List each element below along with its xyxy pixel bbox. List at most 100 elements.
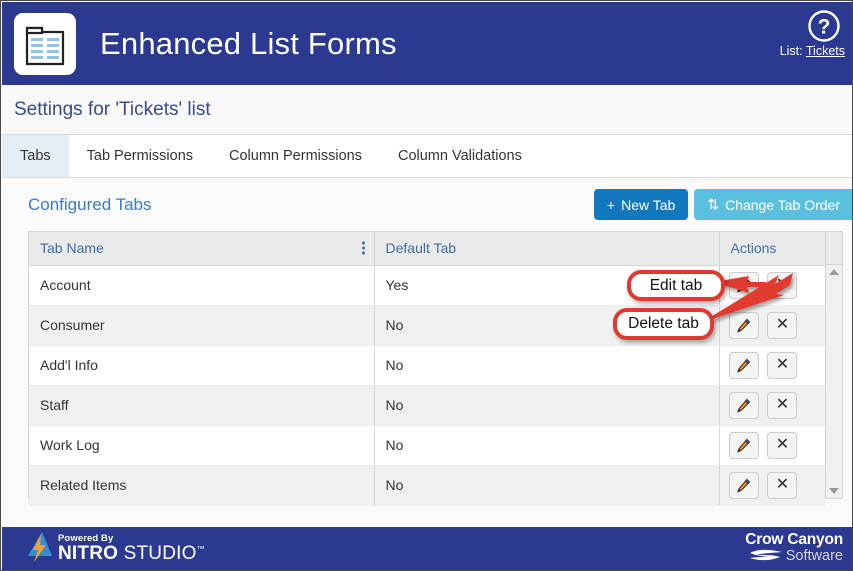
cell-tab-name: Add'l Info: [29, 345, 375, 386]
column-header-default-tab[interactable]: Default Tab: [374, 232, 720, 266]
pencil-icon: [737, 358, 751, 372]
table-body: Account Yes ✕ Consumer No ✕ Add'l Info N…: [29, 265, 825, 506]
table-vertical-scrollbar[interactable]: [825, 232, 842, 498]
edit-tab-button[interactable]: [728, 271, 759, 299]
table-header-row: Tab Name Default Tab Actions: [29, 232, 825, 266]
sort-arrows-icon: ⇅: [707, 196, 720, 212]
column-header-tab-name[interactable]: Tab Name: [29, 232, 375, 266]
page-title: Enhanced List Forms: [100, 25, 397, 61]
pencil-icon: [737, 478, 751, 492]
settings-bar: Settings for 'Tickets' list: [2, 85, 852, 135]
delete-tab-button[interactable]: ✕: [767, 271, 798, 299]
delete-tab-button[interactable]: ✕: [767, 431, 798, 459]
tab-tab-permissions[interactable]: Tab Permissions: [69, 135, 211, 177]
callout-delete-tab: Delete tab: [613, 308, 714, 340]
header-right-group: ? List: Tickets: [755, 9, 847, 58]
nitro-studio-logo: Powered By NITRO STUDIO™: [28, 532, 205, 566]
list-label: List:: [779, 44, 803, 58]
cell-default-tab: No: [374, 425, 720, 466]
scroll-down-button[interactable]: [826, 488, 842, 494]
crow-canyon-logo: Crow Canyon Software: [745, 532, 843, 564]
svg-text:?: ?: [818, 16, 831, 39]
tab-column-validations[interactable]: Column Validations: [380, 135, 540, 177]
cell-actions: ✕: [719, 305, 825, 346]
crow-canyon-sub-row: Software: [745, 549, 843, 564]
scroll-up-button[interactable]: [826, 269, 842, 275]
callout-edit-tab: Edit tab: [627, 270, 725, 301]
pencil-icon: [737, 318, 751, 332]
cell-tab-name: Consumer: [29, 305, 375, 346]
cell-actions: ✕: [719, 385, 825, 426]
column-header-actions: Actions: [719, 232, 825, 266]
lightning-bolt-icon: [28, 532, 52, 562]
list-document-icon: [25, 26, 65, 65]
cell-actions: ✕: [719, 465, 825, 506]
cell-default-tab: No: [374, 465, 720, 506]
close-x-icon: ✕: [775, 316, 790, 333]
table-row[interactable]: Staff No ✕: [29, 385, 825, 426]
edit-tab-button[interactable]: [728, 311, 759, 339]
table-row[interactable]: Work Log No ✕: [29, 425, 825, 466]
tab-strip: Tabs Tab Permissions Column Permissions …: [2, 135, 852, 178]
edit-tab-button[interactable]: [728, 351, 759, 379]
column-header-tab-name-label: Tab Name: [40, 240, 104, 257]
edit-tab-button[interactable]: [728, 391, 759, 419]
table-row[interactable]: Related Items No ✕: [29, 465, 825, 506]
new-tab-button-label: New Tab: [621, 196, 676, 213]
app-header: Enhanced List Forms ? List: Tickets: [2, 2, 852, 85]
close-x-icon: ✕: [775, 396, 790, 413]
section-header: Configured Tabs + New Tab ⇅ Change Tab O…: [2, 178, 852, 228]
app-icon: [14, 12, 76, 75]
pencil-icon: [737, 278, 751, 292]
application-window: Enhanced List Forms ? List: Tickets Sett…: [0, 0, 853, 571]
triangle-up-icon: [829, 269, 839, 275]
crow-canyon-software-label: Software: [785, 547, 843, 564]
cell-tab-name: Staff: [29, 385, 375, 426]
close-x-icon: ✕: [775, 436, 790, 453]
cell-tab-name: Work Log: [29, 425, 375, 466]
question-circle-icon[interactable]: ?: [807, 9, 841, 43]
more-vertical-icon[interactable]: [361, 240, 365, 257]
delete-tab-button[interactable]: ✕: [767, 351, 798, 379]
nitro-studio-name: NITRO STUDIO™: [58, 544, 205, 564]
wave-swoosh-icon: [749, 549, 782, 560]
delete-tab-button[interactable]: ✕: [767, 391, 798, 419]
section-action-buttons: + New Tab ⇅ Change Tab Order: [593, 189, 852, 220]
configured-tabs-table: Tab Name Default Tab Actions Account Yes: [28, 231, 843, 506]
settings-title: Settings for 'Tickets' list: [14, 98, 211, 120]
studio-word: STUDIO: [123, 543, 197, 565]
change-tab-order-button[interactable]: ⇅ Change Tab Order: [694, 189, 852, 220]
cell-default-tab: No: [374, 345, 720, 386]
pencil-icon: [737, 398, 751, 412]
cell-tab-name: Account: [29, 265, 375, 306]
nitro-bold-word: NITRO: [58, 543, 119, 565]
edit-tab-button[interactable]: [728, 431, 759, 459]
cell-actions: ✕: [719, 425, 825, 466]
section-title: Configured Tabs: [28, 195, 152, 214]
list-link-tickets[interactable]: Tickets: [806, 44, 845, 58]
close-x-icon: ✕: [775, 476, 790, 493]
pencil-icon: [737, 438, 751, 452]
table-row[interactable]: Add'l Info No ✕: [29, 345, 825, 386]
new-tab-button[interactable]: + New Tab: [593, 189, 689, 220]
close-x-icon: ✕: [775, 276, 790, 293]
edit-tab-button[interactable]: [728, 471, 759, 499]
delete-tab-button[interactable]: ✕: [767, 311, 798, 339]
crow-canyon-name: Crow Canyon: [745, 531, 843, 548]
delete-tab-button[interactable]: ✕: [767, 471, 798, 499]
triangle-down-icon: [829, 488, 839, 494]
app-footer: Powered By NITRO STUDIO™ Crow Canyon Sof…: [2, 527, 852, 570]
nitro-text-block: Powered By NITRO STUDIO™: [58, 534, 205, 564]
plus-icon: +: [606, 196, 616, 213]
content-area: Configured Tabs + New Tab ⇅ Change Tab O…: [2, 178, 852, 527]
tab-tabs[interactable]: Tabs: [2, 135, 69, 177]
tab-column-permissions[interactable]: Column Permissions: [211, 135, 380, 177]
cell-actions: ✕: [719, 345, 825, 386]
change-tab-order-button-label: Change Tab Order: [725, 196, 840, 213]
cell-tab-name: Related Items: [29, 465, 375, 506]
cell-default-tab: No: [374, 385, 720, 426]
scrollbar-header-spacer: [826, 232, 842, 265]
list-context: List: Tickets: [755, 44, 845, 58]
trademark-mark: ™: [196, 544, 205, 554]
close-x-icon: ✕: [775, 356, 790, 373]
